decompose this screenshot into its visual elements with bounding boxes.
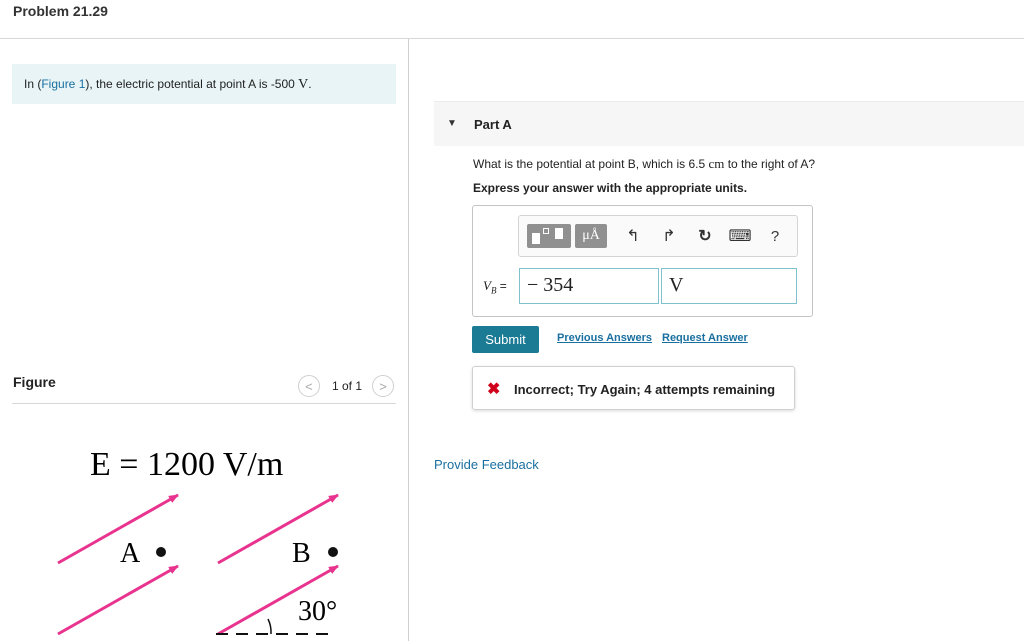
incorrect-icon: ✖ <box>487 381 501 398</box>
submit-button[interactable]: Submit <box>472 326 539 353</box>
feedback-message: ✖ Incorrect; Try Again; 4 attempts remai… <box>472 366 795 410</box>
point-a-dot <box>156 547 166 557</box>
math-toolbar: μÅ ↰ ↱ ↻ ⌨ ? <box>518 215 798 257</box>
keyboard-icon[interactable]: ⌨ <box>728 224 751 248</box>
question-text: What is the potential at point B, which … <box>473 156 816 171</box>
part-label: Part A <box>474 117 512 132</box>
answer-box: μÅ ↰ ↱ ↻ ⌨ ? VB = − 354 V <box>472 205 813 317</box>
figure-link[interactable]: Figure 1 <box>41 77 85 91</box>
point-b-dot <box>328 547 338 557</box>
help-button[interactable]: ? <box>765 224 785 248</box>
variable-label: VB = <box>483 278 507 296</box>
units-button[interactable]: μÅ <box>575 224 607 248</box>
answer-unit-input[interactable]: V <box>661 268 797 304</box>
part-a-header[interactable]: ▼ Part A <box>434 101 1024 146</box>
reset-icon[interactable]: ↻ <box>695 224 715 248</box>
field-arrow <box>57 564 179 636</box>
figure-header: Figure < 1 of 1 > <box>12 372 396 404</box>
previous-answers-link[interactable]: Previous Answers <box>557 332 652 344</box>
answer-instruction: Express your answer with the appropriate… <box>473 181 748 195</box>
template-button[interactable] <box>527 224 571 248</box>
figure-pager: < 1 of 1 > <box>297 375 394 397</box>
request-answer-link[interactable]: Request Answer <box>662 332 748 344</box>
figure-label: Figure <box>13 374 56 390</box>
angle-label: 30° <box>298 596 337 627</box>
feedback-text: Incorrect; Try Again; 4 attempts remaini… <box>514 382 776 397</box>
redo-icon[interactable]: ↱ <box>659 224 679 248</box>
angle-arc <box>267 618 272 635</box>
field-label: E = 1200 V/m <box>90 446 283 483</box>
point-b-label: B <box>292 538 311 569</box>
template-icon <box>532 228 566 244</box>
figure-page-count: 1 of 1 <box>331 379 362 393</box>
undo-icon[interactable]: ↰ <box>623 224 643 248</box>
answer-value-input[interactable]: − 354 <box>519 268 659 304</box>
problem-header: Problem 21.29 <box>0 0 1024 39</box>
field-arrow <box>217 493 339 565</box>
point-a-label: A <box>120 538 141 569</box>
prev-figure-button[interactable]: < <box>297 375 320 397</box>
provide-feedback-link[interactable]: Provide Feedback <box>434 457 539 472</box>
collapse-caret-icon[interactable]: ▼ <box>447 118 457 129</box>
problem-title: Problem 21.29 <box>13 3 108 19</box>
next-figure-button[interactable]: > <box>372 375 394 397</box>
problem-intro: In (Figure 1), the electric potential at… <box>12 64 396 104</box>
right-panel: ▼ Part A What is the potential at point … <box>410 39 1024 641</box>
figure-diagram: E = 1200 V/m A B 30° <box>57 446 339 636</box>
